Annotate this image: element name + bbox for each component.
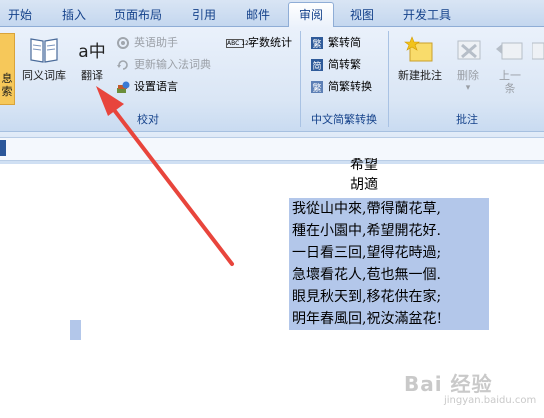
svg-text:简: 简 — [312, 60, 321, 72]
book-icon — [30, 38, 58, 63]
ruler-indent-marker[interactable] — [0, 140, 6, 156]
ruler-bar — [0, 131, 544, 165]
poem-line: 眼見秋天到,移花供在家; — [292, 289, 442, 305]
chevron-down-icon: ▾ — [465, 83, 471, 93]
ribbon-tab-bar: 开始 插入 页面布局 引用 邮件 审阅 视图 开发工具 — [0, 0, 544, 28]
simplified-to-traditional-button[interactable]: 简简转繁 — [310, 57, 361, 73]
selection-highlight — [70, 320, 81, 340]
poem-line: 一日看三回,望得花時過; — [292, 245, 442, 261]
globe-books-icon — [117, 81, 130, 93]
abc-123-icon: ABC 123 — [226, 38, 253, 48]
update-ime-dictionary-button[interactable]: 更新输入法词典 — [116, 57, 211, 73]
tab-developer[interactable]: 开发工具 — [394, 4, 460, 26]
new-comment-button[interactable]: 新建批注 — [392, 33, 448, 105]
convert-icon: 繁 — [311, 37, 323, 50]
next-comment-icon — [532, 42, 544, 60]
horizontal-ruler[interactable] — [0, 137, 544, 161]
convert-icon: 繁 — [311, 81, 323, 94]
tab-page-layout[interactable]: 页面布局 — [106, 4, 170, 26]
tab-review[interactable]: 审阅 — [288, 2, 334, 28]
tab-insert[interactable]: 插入 — [54, 4, 94, 26]
poem-line: 種在小園中,希望開花好. — [292, 223, 441, 239]
new-comment-icon — [404, 36, 433, 62]
research-button-partial[interactable]: 息 索 — [0, 33, 15, 105]
chinese-conversion-button[interactable]: 繁简繁转换 — [310, 79, 372, 95]
poem-line: 我從山中來,帶得蘭花草, — [292, 201, 441, 217]
group-separator — [300, 31, 301, 127]
svg-text:繁: 繁 — [312, 82, 321, 94]
comments-group-label: 批注 — [456, 113, 478, 126]
tab-references[interactable]: 引用 — [182, 4, 226, 26]
previous-comment-button[interactable]: 上一 条 — [490, 33, 530, 105]
translate-button[interactable]: a中 翻译 — [72, 33, 112, 105]
thesaurus-button[interactable]: 同义词库 — [18, 33, 70, 105]
tab-home[interactable]: 开始 — [0, 4, 40, 26]
set-language-button[interactable]: 设置语言 — [116, 79, 178, 95]
traditional-to-simplified-button[interactable]: 繁繁转简 — [310, 35, 361, 51]
poem-line: 急壞看花人,苞也無一個. — [292, 267, 441, 283]
english-assistant-button[interactable]: 英语助手 — [116, 35, 178, 51]
tab-mailings[interactable]: 邮件 — [236, 4, 280, 26]
convert-icon: 简 — [311, 59, 323, 72]
ribbon-review: 息 索 同义词库 a中 翻译 英语助手 更新输入法词典 设置语言 ABC 123… — [0, 27, 544, 131]
delete-comment-icon — [457, 40, 481, 60]
group-separator — [388, 31, 389, 127]
previous-comment-icon — [496, 42, 523, 60]
delete-comment-button[interactable]: 删除 ▾ — [448, 33, 488, 105]
next-comment-button-partial[interactable] — [532, 33, 544, 105]
proofing-group-label: 校对 — [137, 113, 159, 126]
gear-icon — [117, 37, 129, 49]
word-count-button[interactable]: ABC 123字数统计 — [226, 35, 292, 51]
svg-text:繁: 繁 — [312, 38, 321, 50]
watermark: Bai 经验 jingyan.baidu.com — [404, 372, 537, 406]
translate-icon: a中 — [78, 42, 106, 62]
tab-view[interactable]: 视图 — [342, 4, 382, 26]
poem-author: 胡適 — [350, 177, 378, 193]
poem-title: 希望 — [350, 158, 378, 172]
poem-line: 明年春風回,祝汝滿盆花! — [292, 311, 443, 327]
refresh-icon — [117, 60, 128, 70]
chinese-conversion-group-label: 中文简繁转换 — [311, 113, 377, 126]
